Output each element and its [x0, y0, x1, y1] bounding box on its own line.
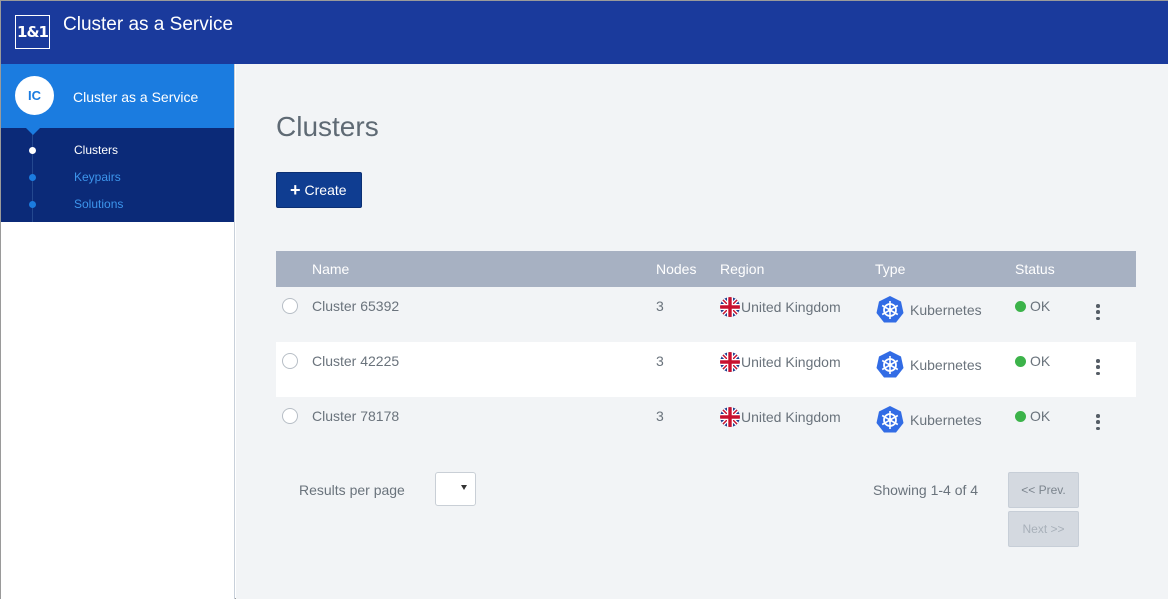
table-row[interactable]: Cluster 65392 3 United Kingdom Kubernete…: [276, 287, 1136, 342]
cluster-type: Kubernetes: [875, 350, 982, 380]
column-header-name[interactable]: Name: [312, 261, 349, 277]
cluster-name: Cluster 65392: [312, 298, 400, 314]
uk-flag-icon: [720, 297, 740, 317]
row-select-radio[interactable]: [282, 353, 298, 369]
sidebar-nav: Clusters Keypairs Solutions: [1, 128, 234, 222]
nav-dot-icon: [29, 201, 36, 208]
results-count: Showing 1-4 of 4: [873, 482, 979, 498]
cluster-nodes: 3: [656, 408, 664, 424]
sidebar: IC Cluster as a Service Clusters Keypair…: [1, 64, 235, 599]
type-label: Kubernetes: [910, 357, 982, 373]
plus-icon: +: [290, 180, 301, 200]
clusters-table: Name Nodes Region Type Status Cluster 65…: [276, 251, 1136, 452]
service-avatar: IC: [15, 76, 54, 115]
caret-down-icon: [461, 485, 467, 490]
create-button-label: Create: [304, 182, 347, 198]
app-title: Cluster as a Service: [63, 14, 234, 35]
status-label: OK: [1030, 353, 1051, 369]
row-select-radio[interactable]: [282, 298, 298, 314]
next-page-button[interactable]: Next >>: [1008, 511, 1079, 547]
kubernetes-icon: [876, 406, 904, 433]
cluster-region: United Kingdom: [720, 407, 841, 427]
results-per-page-select[interactable]: [435, 472, 476, 506]
sidebar-item-label: Keypairs: [74, 170, 121, 184]
cluster-name: Cluster 78178: [312, 408, 400, 424]
cluster-nodes: 3: [656, 353, 664, 369]
results-per-page-label: Results per page: [299, 482, 405, 498]
status-label: OK: [1030, 298, 1051, 314]
main-content: Clusters + Create Name Nodes Region Type…: [236, 64, 1168, 599]
cluster-type: Kubernetes: [875, 295, 982, 325]
cluster-status: OK: [1015, 298, 1050, 314]
sidebar-item-label: Clusters: [74, 143, 119, 157]
cluster-type: Kubernetes: [875, 405, 982, 435]
kubernetes-icon: [876, 351, 904, 378]
status-ok-icon: [1015, 300, 1026, 312]
cluster-nodes: 3: [656, 298, 664, 314]
cluster-region: United Kingdom: [720, 297, 841, 317]
page-title: Clusters: [276, 111, 379, 142]
cluster-region: United Kingdom: [720, 352, 841, 372]
sidebar-header[interactable]: IC Cluster as a Service: [1, 64, 234, 135]
nav-dot-icon: [29, 147, 36, 154]
row-actions-menu-icon[interactable]: [1094, 414, 1102, 430]
type-label: Kubernetes: [910, 302, 982, 318]
column-header-type[interactable]: Type: [875, 261, 905, 277]
region-label: United Kingdom: [741, 409, 841, 425]
prev-page-button[interactable]: << Prev.: [1008, 472, 1079, 508]
status-ok-icon: [1015, 355, 1026, 367]
column-header-status[interactable]: Status: [1015, 261, 1055, 277]
kubernetes-icon: [876, 296, 904, 323]
cluster-status: OK: [1015, 408, 1050, 424]
nav-dot-icon: [29, 174, 36, 181]
create-button[interactable]: + Create: [276, 172, 362, 208]
cluster-status: OK: [1015, 353, 1050, 369]
uk-flag-icon: [720, 407, 740, 427]
column-header-nodes[interactable]: Nodes: [656, 261, 696, 277]
table-row[interactable]: Cluster 78178 3 United Kingdom Kubernete…: [276, 397, 1136, 452]
brand-logo[interactable]: 1&1: [15, 15, 50, 49]
table-header: Name Nodes Region Type Status: [276, 251, 1136, 287]
sidebar-item-label: Solutions: [74, 197, 124, 211]
uk-flag-icon: [720, 352, 740, 372]
sidebar-title: Cluster as a Service: [73, 89, 199, 105]
column-header-region[interactable]: Region: [720, 261, 764, 277]
sidebar-item-clusters[interactable]: Clusters: [1, 136, 234, 163]
cluster-name: Cluster 42225: [312, 353, 400, 369]
status-label: OK: [1030, 408, 1051, 424]
region-label: United Kingdom: [741, 299, 841, 315]
sidebar-item-solutions[interactable]: Solutions: [1, 190, 234, 217]
row-actions-menu-icon[interactable]: [1094, 359, 1102, 375]
row-select-radio[interactable]: [282, 408, 298, 424]
sidebar-item-keypairs[interactable]: Keypairs: [1, 163, 234, 190]
status-ok-icon: [1015, 410, 1026, 422]
type-label: Kubernetes: [910, 412, 982, 428]
row-actions-menu-icon[interactable]: [1094, 304, 1102, 320]
table-row[interactable]: Cluster 42225 3 United Kingdom Kubernete…: [276, 342, 1136, 397]
top-bar: 1&1 Cluster as a Service: [1, 1, 1168, 64]
region-label: United Kingdom: [741, 354, 841, 370]
